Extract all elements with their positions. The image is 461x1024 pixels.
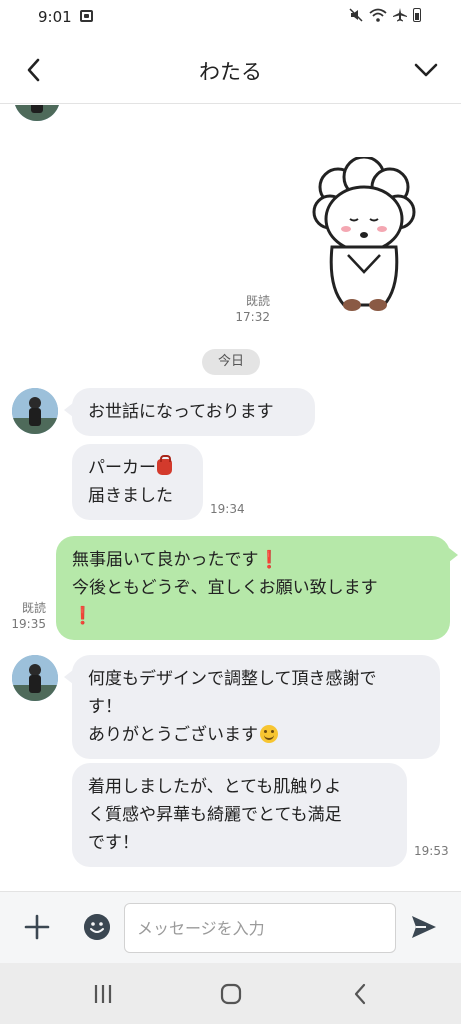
recent-apps-icon[interactable] bbox=[90, 981, 116, 1007]
bag-emoji-icon bbox=[157, 455, 172, 475]
chevron-down-icon[interactable] bbox=[411, 54, 441, 86]
message-text: 届きました bbox=[88, 486, 173, 506]
message-text: 何度もデザインで調整して頂き感謝で bbox=[88, 669, 377, 689]
emoji-icon[interactable] bbox=[84, 914, 110, 940]
message-text: ありがとうございます bbox=[88, 725, 258, 745]
message-list[interactable]: 既読 17:32 今日 お世話になっております パーカー 届きました 19:34… bbox=[0, 105, 461, 891]
chat-title: わたる bbox=[199, 60, 262, 84]
smile-emoji-icon bbox=[260, 725, 278, 743]
message-text: す！ bbox=[88, 697, 122, 717]
message-input[interactable] bbox=[124, 903, 396, 953]
message-text: 無事届いて良かったです bbox=[72, 550, 259, 570]
message-bubble-incoming[interactable]: お世話になっております bbox=[72, 388, 315, 436]
outgoing-meta: 既読 19:35 bbox=[10, 600, 46, 632]
avatar[interactable] bbox=[12, 388, 58, 434]
exclamation-icon: ❗ bbox=[72, 606, 94, 626]
system-nav-bar bbox=[0, 963, 461, 1024]
read-label: 既読 bbox=[245, 294, 270, 308]
avatar-photo bbox=[14, 105, 60, 121]
date-separator: 今日 bbox=[202, 349, 260, 375]
wifi-icon bbox=[369, 8, 387, 22]
timestamp: 19:35 bbox=[11, 617, 46, 631]
bubble-tail bbox=[449, 548, 458, 562]
read-label: 既読 bbox=[21, 601, 46, 615]
back-nav-icon[interactable] bbox=[348, 981, 374, 1007]
airplane-icon bbox=[393, 8, 407, 22]
message-text: です！ bbox=[88, 833, 139, 853]
message-text: お世話になっております bbox=[88, 402, 274, 422]
home-icon[interactable] bbox=[218, 981, 244, 1007]
message-bubble-outgoing[interactable]: 無事届いて良かったです❗ 今後ともどうぞ、宜しくお願い致します ❗ bbox=[56, 536, 450, 640]
message-bubble-incoming[interactable]: パーカー 届きました bbox=[72, 444, 203, 520]
timestamp: 19:53 bbox=[414, 844, 449, 858]
timestamp: 17:32 bbox=[235, 310, 270, 324]
status-time: 9:01 bbox=[38, 8, 72, 26]
message-text: パーカー bbox=[88, 458, 156, 478]
avatar-photo bbox=[12, 388, 58, 434]
status-bar: 9:01 bbox=[0, 0, 461, 36]
mute-icon bbox=[349, 8, 363, 22]
chat-header: わたる bbox=[0, 36, 461, 104]
message-text: 着用しましたが、とても肌触りよ bbox=[88, 777, 342, 797]
timestamp: 19:34 bbox=[210, 502, 245, 516]
sticker-meta: 既読 17:32 bbox=[226, 293, 270, 325]
message-text: く質感や昇華も綺麗でとても満足 bbox=[88, 805, 342, 825]
message-bubble-incoming[interactable]: 何度もデザインで調整して頂き感謝で す！ ありがとうございます bbox=[72, 655, 440, 759]
system-icons bbox=[349, 8, 421, 22]
battery-icon bbox=[413, 8, 421, 22]
avatar[interactable] bbox=[14, 105, 60, 121]
avatar[interactable] bbox=[12, 655, 58, 701]
message-bubble-incoming[interactable]: 着用しましたが、とても肌触りよ く質感や昇華も綺麗でとても満足 です！ bbox=[72, 763, 407, 867]
exclamation-icon: ❗ bbox=[258, 550, 280, 570]
plus-icon[interactable] bbox=[24, 914, 50, 940]
message-input-bar bbox=[0, 891, 461, 963]
avatar-photo bbox=[12, 655, 58, 701]
bowing-sheep-sticker[interactable] bbox=[308, 157, 420, 317]
notification-icon bbox=[80, 10, 93, 22]
send-icon[interactable] bbox=[410, 914, 438, 940]
message-text: 今後ともどうぞ、宜しくお願い致します bbox=[72, 578, 378, 598]
